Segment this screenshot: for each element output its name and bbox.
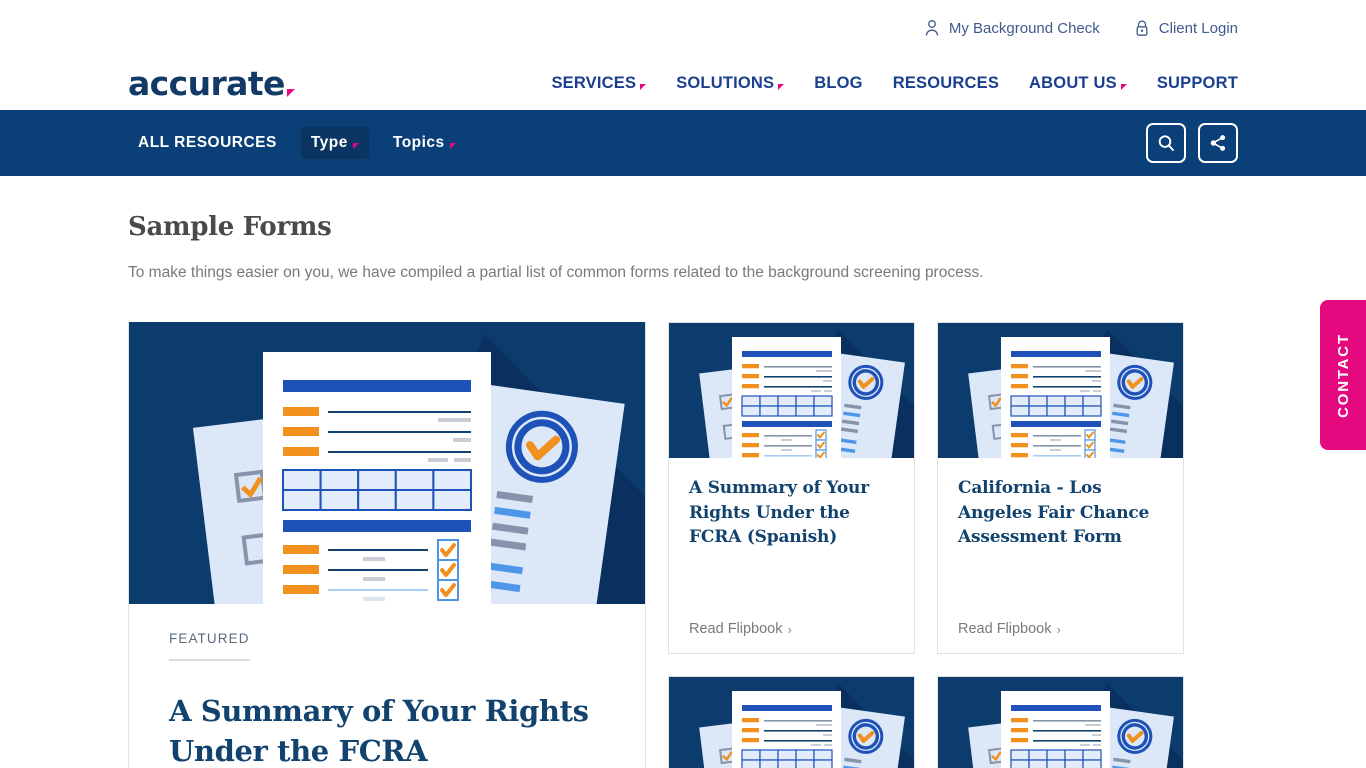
resources-filter-bar: ALL RESOURCES Type Topics <box>0 110 1366 176</box>
chevron-down-icon <box>449 143 456 149</box>
card-thumbnail <box>669 677 914 768</box>
form-illustration <box>938 677 1183 768</box>
main-header: accurate SERVICES SOLUTIONS BLOG RESOURC… <box>0 56 1366 110</box>
nav-item-resources[interactable]: RESOURCES <box>893 74 999 93</box>
resources-actions <box>1146 123 1238 163</box>
read-flipbook-link[interactable]: Read Flipbook › <box>958 621 1163 637</box>
utility-bar: My Background Check Client Login <box>0 0 1366 56</box>
resource-card[interactable]: California - Los Angeles Fair Chance Ass… <box>937 322 1184 654</box>
page-description: To make things easier on you, we have co… <box>128 264 984 281</box>
my-background-check-link[interactable]: My Background Check <box>924 19 1100 37</box>
card-thumbnail <box>938 323 1183 458</box>
read-flipbook-label: Read Flipbook <box>958 621 1052 637</box>
chevron-down-icon <box>778 83 785 90</box>
featured-thumbnail <box>129 322 645 604</box>
card-body: California - Los Angeles Fair Chance Ass… <box>938 458 1183 653</box>
client-login-link[interactable]: Client Login <box>1134 19 1238 37</box>
nav-item-support[interactable]: SUPPORT <box>1157 74 1238 93</box>
logo-text: accurate <box>128 63 285 103</box>
nav-label-services: SERVICES <box>551 73 637 92</box>
card-body: A Summary of Your Rights Under the FCRA … <box>669 458 914 653</box>
nav-label-support: SUPPORT <box>1156 73 1238 92</box>
featured-card[interactable]: FEATURED A Summary of Your Rights Under … <box>128 322 646 768</box>
form-illustration <box>938 323 1183 458</box>
page-content: Sample Forms To make things easier on yo… <box>0 212 1366 768</box>
nav-label-resources: RESOURCES <box>892 73 1000 92</box>
card-title: California - Los Angeles Fair Chance Ass… <box>958 478 1150 548</box>
nav-label-blog: BLOG <box>814 73 863 92</box>
read-flipbook-link[interactable]: Read Flipbook › <box>689 621 894 637</box>
page-title: Sample Forms <box>128 212 332 242</box>
read-flipbook-label: Read Flipbook <box>689 621 783 637</box>
featured-title: A Summary of Your Rights Under the FCRA <box>169 694 589 768</box>
resource-card[interactable]: A Summary of Your Rights Under the FCRA … <box>668 322 915 654</box>
chevron-down-icon <box>1120 83 1127 90</box>
card-thumbnail <box>669 323 914 458</box>
search-button[interactable] <box>1146 123 1186 163</box>
filter-topics-label: Topics <box>392 134 445 151</box>
resource-cards: A Summary of Your Rights Under the FCRA … <box>668 322 1184 768</box>
filter-topics-dropdown[interactable]: Topics <box>383 127 466 159</box>
nav-item-about-us[interactable]: ABOUT US <box>1029 74 1127 93</box>
share-icon <box>1210 135 1226 151</box>
chevron-right-icon: › <box>787 621 792 637</box>
main-nav: SERVICES SOLUTIONS BLOG RESOURCES ABOUT … <box>551 74 1238 93</box>
filter-type-label: Type <box>310 134 348 151</box>
form-illustration <box>669 323 914 458</box>
chevron-down-icon <box>352 143 359 149</box>
chevron-down-icon <box>640 83 647 90</box>
my-background-check-label: My Background Check <box>948 19 1100 37</box>
nav-item-solutions[interactable]: SOLUTIONS <box>676 73 785 93</box>
contact-tab[interactable]: CONTACT <box>1320 300 1366 450</box>
nav-label-about-us: ABOUT US <box>1029 73 1117 92</box>
search-icon <box>1158 135 1174 151</box>
featured-badge: FEATURED <box>169 631 250 661</box>
resource-card[interactable] <box>668 676 915 768</box>
chevron-right-icon: › <box>1056 621 1061 637</box>
contact-tab-label: CONTACT <box>1334 332 1352 418</box>
share-button[interactable] <box>1198 123 1238 163</box>
all-resources-label: ALL RESOURCES <box>138 134 277 151</box>
resource-card[interactable] <box>937 676 1184 768</box>
form-illustration <box>129 322 645 604</box>
all-resources-link[interactable]: ALL RESOURCES <box>128 127 287 159</box>
nav-item-services[interactable]: SERVICES <box>551 73 647 93</box>
resources-filter-group: ALL RESOURCES Type Topics <box>128 127 466 159</box>
card-title: A Summary of Your Rights Under the FCRA … <box>689 478 869 548</box>
filter-type-dropdown[interactable]: Type <box>300 127 369 159</box>
client-login-label: Client Login <box>1158 19 1238 37</box>
user-icon <box>925 20 939 36</box>
featured-body: FEATURED A Summary of Your Rights Under … <box>129 604 645 768</box>
lock-icon <box>1136 20 1148 36</box>
card-thumbnail <box>938 677 1183 768</box>
nav-item-blog[interactable]: BLOG <box>814 74 862 93</box>
logo-accent-icon <box>286 88 295 97</box>
resources-grid: FEATURED A Summary of Your Rights Under … <box>128 322 1238 768</box>
nav-label-solutions: SOLUTIONS <box>676 73 775 92</box>
accurate-logo[interactable]: accurate <box>128 67 295 100</box>
form-illustration <box>669 677 914 768</box>
